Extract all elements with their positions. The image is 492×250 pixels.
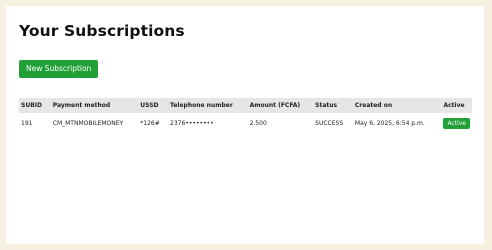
column-amount: Amount (FCFA) xyxy=(247,98,314,113)
new-subscription-button[interactable]: New Subscription xyxy=(19,60,99,78)
cell-active: Active xyxy=(441,113,472,133)
column-payment-method: Payment method xyxy=(50,98,139,113)
column-subid: SUBID xyxy=(19,98,51,113)
table-body: 191 CM_MTNMOBILEMONEY *126# 2376••••••••… xyxy=(19,113,472,133)
cell-created-on: May 6, 2025, 6:54 p.m. xyxy=(354,119,425,127)
cell-telephone-number: 2376•••••••• xyxy=(170,119,214,127)
table-header-row: SUBID Payment method USSD Telephone numb… xyxy=(19,98,472,113)
cell-status: SUCCESS xyxy=(315,119,344,127)
table-header: SUBID Payment method USSD Telephone numb… xyxy=(19,98,472,113)
column-status: Status xyxy=(313,98,353,113)
column-telephone-number: Telephone number xyxy=(168,98,248,113)
column-created-on: Created on xyxy=(352,98,442,113)
cell-ussd: *126# xyxy=(140,119,160,127)
cell-subid: 191 xyxy=(21,119,33,127)
table-row: 191 CM_MTNMOBILEMONEY *126# 2376••••••••… xyxy=(19,113,472,133)
page-title: Your Subscriptions xyxy=(19,22,185,40)
active-status-button[interactable]: Active xyxy=(443,117,470,129)
cell-payment-method: CM_MTNMOBILEMONEY xyxy=(52,119,124,127)
column-ussd: USSD xyxy=(138,98,169,113)
cell-amount: 2.500 xyxy=(249,119,267,127)
column-active: Active xyxy=(441,98,472,113)
subscriptions-table: SUBID Payment method USSD Telephone numb… xyxy=(19,98,472,133)
content-panel: Your Subscriptions New Subscription SUBI… xyxy=(6,6,484,244)
